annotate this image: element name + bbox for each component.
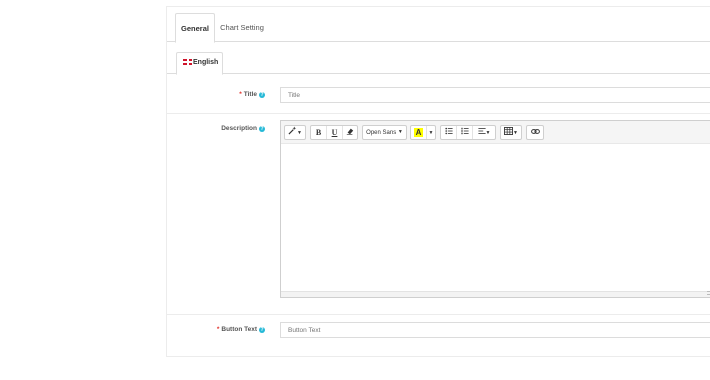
divider <box>167 113 710 114</box>
rich-text-editor[interactable]: ▼ B U Open Sans ▼ A ▼ ▼ ▼ <box>280 120 710 298</box>
help-icon[interactable]: ? <box>259 327 265 333</box>
numbered-list-icon <box>460 127 469 135</box>
align-left-icon <box>477 128 486 134</box>
button-text-label: Button Text <box>221 326 257 333</box>
link-group <box>526 125 544 140</box>
bullet-list-icon <box>444 127 453 135</box>
color-group: A ▼ <box>410 125 436 140</box>
button-text-input[interactable] <box>280 322 710 338</box>
title-label-row: * Title? <box>207 91 265 98</box>
description-label: Description <box>221 125 257 132</box>
bold-button[interactable]: B <box>311 126 327 139</box>
text-color-label: A <box>413 128 424 137</box>
paragraph-group: ▼ <box>440 125 496 140</box>
help-icon[interactable]: ? <box>259 92 265 98</box>
font-family-select[interactable]: Open Sans ▼ <box>363 126 406 139</box>
help-icon[interactable]: ? <box>259 126 265 132</box>
required-star: * <box>239 91 242 98</box>
main-tabs: General Chart Setting <box>167 13 710 43</box>
tab-english[interactable]: English <box>176 52 223 75</box>
align-button[interactable]: ▼ <box>473 126 495 139</box>
magic-wand-icon <box>288 126 297 135</box>
font-style-group: B U <box>310 125 358 140</box>
tab-general[interactable]: General <box>175 13 215 43</box>
editor-toolbar: ▼ B U Open Sans ▼ A ▼ ▼ ▼ <box>281 121 710 144</box>
tab-chart-setting[interactable]: Chart Setting <box>217 13 267 41</box>
bullet-list-button[interactable] <box>441 126 457 139</box>
link-button[interactable] <box>527 126 543 139</box>
uk-flag-icon <box>183 59 192 65</box>
eraser-icon <box>346 128 354 135</box>
style-group: ▼ <box>284 125 306 140</box>
required-star: * <box>216 326 220 333</box>
font-family-label: Open Sans <box>366 130 397 136</box>
language-tabs: English <box>167 45 710 75</box>
title-input[interactable] <box>280 87 710 103</box>
underline-button[interactable]: U <box>327 126 343 139</box>
table-button[interactable]: ▼ <box>501 126 521 139</box>
form-panel: General Chart Setting English *Title? De… <box>166 6 710 357</box>
language-label: English <box>193 59 219 66</box>
text-color-button[interactable]: A <box>411 126 427 139</box>
description-label-row: Description? <box>187 125 265 132</box>
link-icon <box>530 129 540 134</box>
editor-status-bar <box>281 291 710 297</box>
table-icon <box>504 127 513 135</box>
divider <box>167 314 710 315</box>
numbered-list-button[interactable] <box>457 126 473 139</box>
button-text-label-row: * Button Text? <box>187 326 265 333</box>
color-dropdown[interactable]: ▼ <box>427 126 435 139</box>
magic-wand-button[interactable]: ▼ <box>285 126 305 139</box>
eraser-button[interactable] <box>343 126 357 139</box>
table-group: ▼ <box>500 125 522 140</box>
title-label: Title <box>243 91 257 98</box>
font-family-group: Open Sans ▼ <box>362 125 407 140</box>
